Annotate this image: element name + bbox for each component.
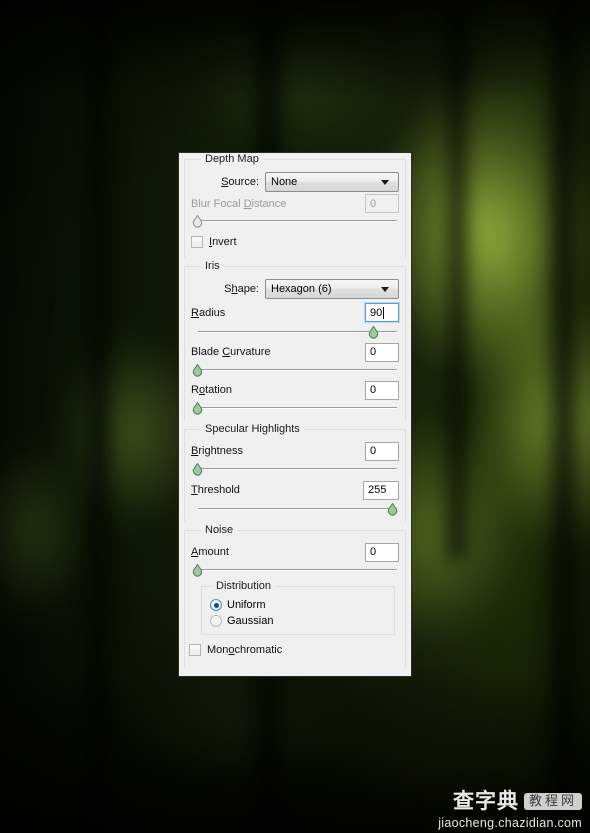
radio-button-icon[interactable] [210, 599, 222, 611]
watermark-badge: 教程网 [523, 792, 582, 810]
source-dropdown-value: None [271, 176, 298, 188]
watermark-logo-row: 查字典 教程网 [438, 788, 582, 813]
radius-value: 90 [370, 306, 383, 319]
text-caret [383, 306, 385, 319]
watermark: 查字典 教程网 jiaocheng.chazidian.com [438, 788, 582, 830]
tree-trunk [88, 0, 108, 833]
radius-label: Radius [191, 306, 226, 319]
section-specular-highlights: Specular Highlights Brightness 0 Thresho… [184, 423, 406, 522]
slider-track [198, 407, 397, 408]
distribution-group: Distribution Uniform Gaussian [201, 580, 395, 635]
distribution-title: Distribution [212, 580, 276, 593]
brightness-slider[interactable] [191, 463, 399, 476]
slider-track [198, 508, 397, 509]
slider-track [198, 468, 397, 469]
chevron-down-icon [381, 286, 389, 292]
slider-thumb[interactable] [192, 364, 203, 377]
blur-focal-distance-slider[interactable] [191, 215, 399, 228]
blade-curvature-label: Blade Curvature [191, 346, 271, 358]
shape-dropdown[interactable]: Hexagon (6) [265, 279, 399, 299]
rotation-label: Rotation [191, 384, 232, 396]
slider-track [198, 220, 397, 221]
chevron-down-icon [381, 179, 389, 185]
threshold-slider[interactable] [191, 503, 399, 516]
watermark-brand: 查字典 [452, 788, 519, 813]
amount-label: Amount [191, 546, 229, 558]
radio-gaussian[interactable]: Gaussian [210, 613, 388, 629]
slider-thumb[interactable] [192, 564, 203, 577]
threshold-input[interactable]: 255 [363, 480, 399, 500]
gaussian-label: Gaussian [227, 615, 274, 627]
monochromatic-checkbox[interactable] [189, 644, 201, 656]
slider-track [198, 369, 397, 370]
invert-checkbox[interactable] [191, 236, 203, 248]
amount-input[interactable]: 0 [365, 542, 399, 562]
watermark-url: jiaocheng.chazidian.com [438, 815, 582, 830]
section-iris: Iris Shape: Hexagon (6) Radius 90 Blade … [184, 260, 406, 421]
shape-label: Shape: [224, 283, 259, 295]
source-label: Source: [221, 176, 259, 188]
blade-curvature-slider[interactable] [191, 364, 399, 377]
section-title-noise: Noise [201, 524, 238, 537]
monochromatic-label: Monochromatic [207, 644, 283, 656]
rotation-slider[interactable] [191, 402, 399, 415]
amount-slider[interactable] [191, 564, 399, 577]
slider-thumb[interactable] [387, 503, 398, 516]
section-noise: Noise Amount 0 Distribution Uniform Gaus… [184, 524, 406, 667]
radius-slider[interactable] [191, 326, 399, 339]
shape-dropdown-value: Hexagon (6) [271, 283, 332, 295]
source-dropdown[interactable]: None [265, 172, 399, 192]
screenshot-stage: Depth Map Source: None Blur Focal Distan… [0, 0, 590, 833]
lens-blur-options-panel: Depth Map Source: None Blur Focal Distan… [178, 152, 412, 677]
rotation-input[interactable]: 0 [365, 380, 399, 400]
brightness-input[interactable]: 0 [365, 441, 399, 461]
blur-focal-distance-value[interactable]: 0 [365, 194, 399, 213]
radio-uniform[interactable]: Uniform [210, 597, 388, 613]
blur-focal-distance-label: Blur Focal Distance [191, 197, 287, 210]
radius-input[interactable]: 90 [364, 302, 400, 323]
slider-thumb[interactable] [192, 402, 203, 415]
section-title-depth-map: Depth Map [201, 153, 263, 166]
radio-button-icon[interactable] [210, 615, 222, 627]
threshold-label: Threshold [191, 484, 240, 496]
section-title-specular-highlights: Specular Highlights [201, 423, 304, 436]
section-depth-map: Depth Map Source: None Blur Focal Distan… [184, 153, 406, 258]
uniform-label: Uniform [227, 599, 266, 611]
invert-label: Invert [209, 236, 237, 248]
tree-trunk [552, 0, 576, 833]
slider-thumb[interactable] [368, 326, 379, 339]
blade-curvature-input[interactable]: 0 [365, 342, 399, 362]
tree-trunk [448, 0, 466, 560]
slider-track [198, 569, 397, 570]
brightness-label: Brightness [191, 445, 243, 457]
section-title-iris: Iris [201, 260, 224, 273]
slider-thumb[interactable] [192, 215, 203, 228]
slider-thumb[interactable] [192, 463, 203, 476]
